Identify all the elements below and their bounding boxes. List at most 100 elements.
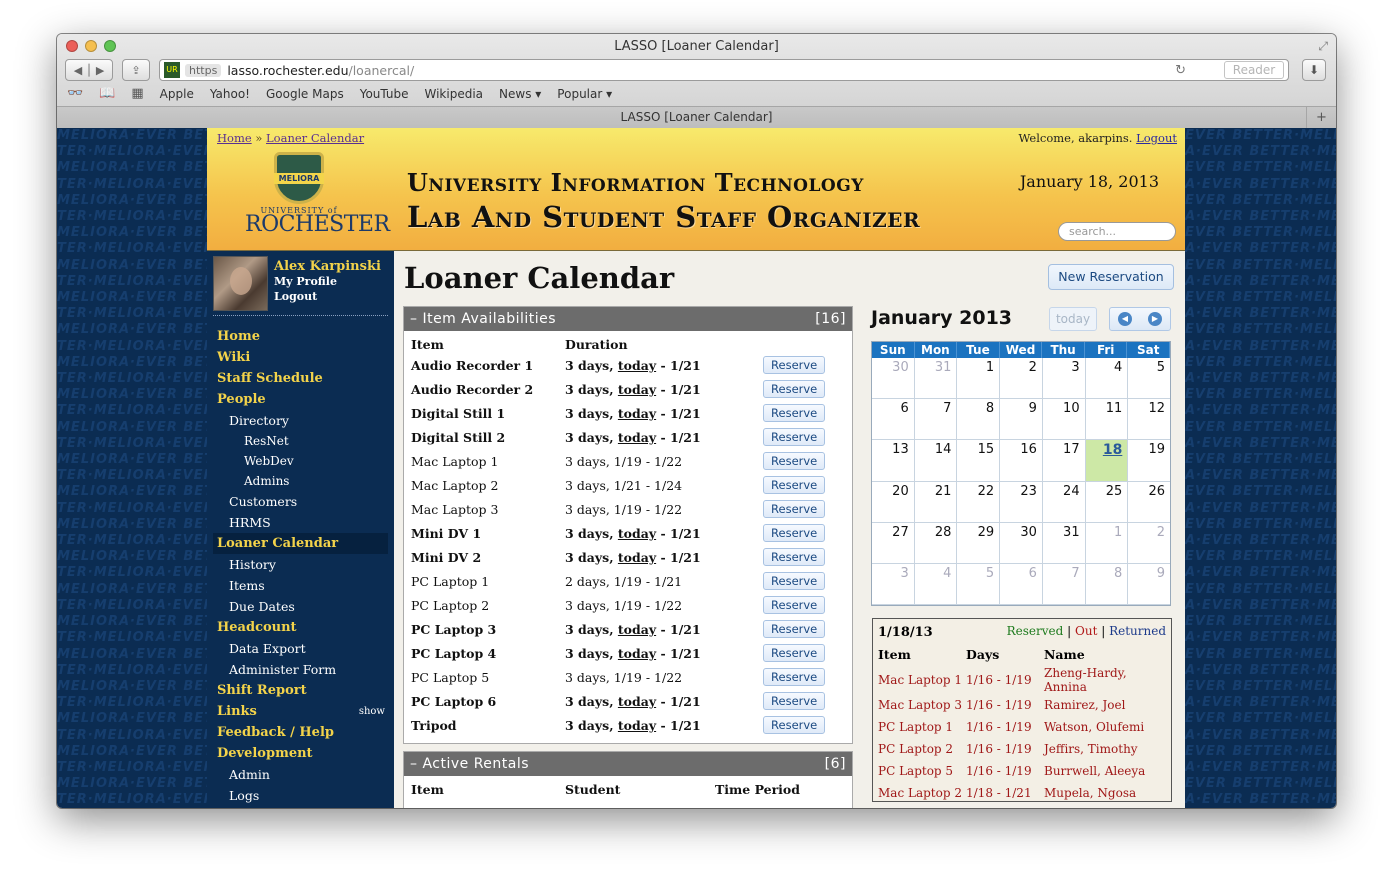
calendar-day[interactable]: 6 bbox=[872, 399, 915, 441]
calendar-day[interactable]: 27 bbox=[872, 522, 915, 564]
new-reservation-button[interactable]: New Reservation bbox=[1048, 264, 1174, 290]
sidebar-item-shift-report[interactable]: Shift Report bbox=[213, 680, 388, 701]
university-logo[interactable]: MELIORA UNIVERSITY of ROCHESTER bbox=[245, 152, 390, 236]
calendar-day[interactable]: 12 bbox=[1128, 399, 1171, 441]
bookmark-wikipedia[interactable]: Wikipedia bbox=[425, 87, 484, 101]
sidebar-item-wiki[interactable]: Wiki bbox=[213, 347, 388, 368]
calendar-day[interactable]: 31 bbox=[914, 358, 958, 400]
calendar-day[interactable]: 30 bbox=[872, 358, 915, 400]
fullscreen-icon[interactable]: ⤢ bbox=[1318, 39, 1328, 54]
calendar-day[interactable]: 24 bbox=[1042, 481, 1086, 523]
duration-today-link[interactable]: today bbox=[618, 646, 656, 661]
calendar-day[interactable]: 3 bbox=[872, 563, 915, 606]
sidebar-item-webdev[interactable]: WebDev bbox=[213, 451, 388, 471]
reserve-button[interactable]: Reserve bbox=[763, 596, 826, 614]
calendar-day[interactable]: 5 bbox=[957, 563, 1001, 606]
bookmark-news[interactable]: News ▾ bbox=[499, 87, 541, 101]
sidebar-item-feedback-help[interactable]: Feedback / Help bbox=[213, 722, 388, 743]
table-row[interactable]: Mac Laptop 3 1/16 - 1/19 Ramirez, Joel bbox=[878, 694, 1166, 716]
duration-today-link[interactable]: today bbox=[618, 358, 656, 373]
calendar-day[interactable]: 7 bbox=[1042, 563, 1086, 606]
calendar-day[interactable]: 7 bbox=[914, 399, 958, 441]
availabilities-header[interactable]: – Item Availabilities [16] bbox=[404, 307, 852, 331]
reserve-button[interactable]: Reserve bbox=[763, 428, 826, 446]
calendar-day[interactable]: 1 bbox=[1085, 522, 1129, 564]
calendar-day[interactable]: 2 bbox=[1000, 358, 1043, 400]
reserve-button[interactable]: Reserve bbox=[763, 404, 826, 422]
duration-today-link[interactable]: today bbox=[618, 430, 656, 445]
next-month-icon[interactable]: ▶ bbox=[1148, 312, 1162, 326]
new-tab-button[interactable]: + bbox=[1306, 107, 1336, 128]
calendar-day[interactable]: 3 bbox=[1042, 358, 1086, 400]
links-show-toggle[interactable]: show bbox=[359, 701, 388, 722]
address-bar[interactable]: UR https lasso.rochester.edu/loanercal/ … bbox=[159, 59, 1289, 81]
duration-today-link[interactable]: today bbox=[618, 382, 656, 397]
reserve-button[interactable]: Reserve bbox=[763, 524, 826, 542]
calendar-day[interactable]: 23 bbox=[1000, 481, 1043, 523]
calendar-day[interactable]: 2 bbox=[1128, 522, 1171, 564]
table-row[interactable]: PC Laptop 2 1/16 - 1/19 Jeffirs, Timothy bbox=[878, 738, 1166, 760]
avatar[interactable] bbox=[213, 256, 268, 311]
calendar-day[interactable]: 15 bbox=[957, 440, 1001, 482]
calendar-day[interactable]: 31 bbox=[1042, 522, 1086, 564]
reader-button[interactable]: Reader bbox=[1224, 61, 1284, 79]
bookmark-youtube[interactable]: YouTube bbox=[360, 87, 409, 101]
sidebar-item-people[interactable]: People bbox=[213, 389, 388, 410]
reserve-button[interactable]: Reserve bbox=[763, 452, 826, 470]
sidebar-logout-link[interactable]: Logout bbox=[274, 289, 381, 304]
reserve-button[interactable]: Reserve bbox=[763, 620, 826, 638]
top-sites-icon[interactable]: ▦ bbox=[131, 86, 143, 101]
calendar-day[interactable]: 29 bbox=[957, 522, 1001, 564]
breadcrumb-home-link[interactable]: Home bbox=[217, 131, 252, 145]
calendar-day[interactable]: 8 bbox=[957, 399, 1001, 441]
calendar-day[interactable]: 19 bbox=[1128, 440, 1171, 482]
calendar-day[interactable]: 9 bbox=[1000, 399, 1043, 441]
calendar-day[interactable]: 18 bbox=[1085, 440, 1129, 482]
duration-today-link[interactable]: today bbox=[618, 526, 656, 541]
rentals-header[interactable]: – Active Rentals [6] bbox=[404, 752, 852, 776]
reserve-button[interactable]: Reserve bbox=[763, 644, 826, 662]
table-row[interactable]: PC Laptop 5 1/16 - 1/19 Burrwell, Aleeya bbox=[878, 760, 1166, 782]
table-row[interactable]: Mac Laptop 2 1/18 - 1/21 Mupela, Ngosa bbox=[878, 782, 1166, 804]
bookmark-yahoo[interactable]: Yahoo! bbox=[210, 87, 250, 101]
bookmark-google-maps[interactable]: Google Maps bbox=[266, 87, 344, 101]
sidebar-item-customers[interactable]: Customers bbox=[213, 491, 388, 512]
back-forward-buttons[interactable]: ◀ │ ▶ bbox=[65, 59, 113, 81]
sidebar-item-directory[interactable]: Directory bbox=[213, 410, 388, 431]
sidebar-item-staff-schedule[interactable]: Staff Schedule bbox=[213, 368, 388, 389]
breadcrumb-current-link[interactable]: Loaner Calendar bbox=[266, 131, 364, 145]
calendar-day[interactable]: 10 bbox=[1042, 399, 1086, 441]
calendar-day[interactable]: 16 bbox=[1000, 440, 1043, 482]
sidebar-item-items[interactable]: Items bbox=[213, 575, 388, 596]
calendar-day[interactable]: 26 bbox=[1128, 481, 1171, 523]
sidebar-item-data-export[interactable]: Data Export bbox=[213, 638, 388, 659]
sidebar-item-admin[interactable]: Admin bbox=[213, 764, 388, 785]
table-row[interactable]: PC Laptop 1 1/16 - 1/19 Watson, Olufemi bbox=[878, 716, 1166, 738]
sidebar-item-history[interactable]: History bbox=[213, 554, 388, 575]
downloads-button[interactable]: ⬇ bbox=[1302, 59, 1326, 81]
table-row[interactable]: Mac Laptop 1 1/16 - 1/19 Zheng-Hardy, Anni… bbox=[878, 666, 1166, 694]
search-input[interactable]: search... bbox=[1058, 222, 1176, 241]
calendar-day[interactable]: 6 bbox=[1000, 563, 1043, 606]
my-profile-link[interactable]: My Profile bbox=[274, 274, 381, 289]
calendar-day[interactable]: 20 bbox=[872, 481, 915, 523]
duration-today-link[interactable]: today bbox=[618, 694, 656, 709]
bookmark-apple[interactable]: Apple bbox=[160, 87, 194, 101]
reserve-button[interactable]: Reserve bbox=[763, 356, 826, 374]
calendar-day[interactable]: 1 bbox=[957, 358, 1001, 400]
calendar-day[interactable]: 8 bbox=[1085, 563, 1129, 606]
calendar-day[interactable]: 5 bbox=[1128, 358, 1171, 400]
reserve-button[interactable]: Reserve bbox=[763, 380, 826, 398]
sidebar-item-resnet[interactable]: ResNet bbox=[213, 431, 388, 451]
reserve-button[interactable]: Reserve bbox=[763, 500, 826, 518]
calendar-day[interactable]: 14 bbox=[914, 440, 958, 482]
reading-list-icon[interactable]: 👓 bbox=[67, 86, 83, 101]
calendar-day[interactable]: 22 bbox=[957, 481, 1001, 523]
calendar-day[interactable]: 17 bbox=[1042, 440, 1086, 482]
sidebar-item-links[interactable]: Links show bbox=[213, 701, 388, 722]
tab-lasso[interactable]: LASSO [Loaner Calendar] bbox=[621, 110, 773, 124]
profile-name[interactable]: Alex Karpinski bbox=[274, 259, 381, 274]
reserve-button[interactable]: Reserve bbox=[763, 476, 826, 494]
sidebar-item-loaner-calendar[interactable]: Loaner Calendar bbox=[213, 533, 388, 554]
calendar-day[interactable]: 4 bbox=[914, 563, 958, 606]
